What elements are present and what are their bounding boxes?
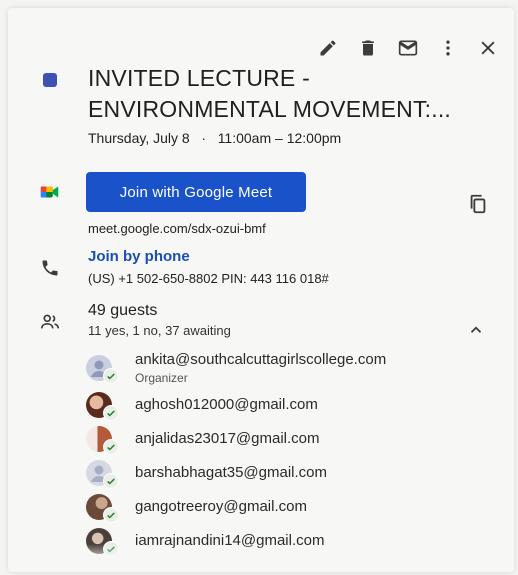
scroll-fade (8, 544, 514, 572)
google-meet-icon (36, 178, 64, 206)
more-vertical-icon (446, 40, 450, 56)
email-guests-button[interactable] (388, 30, 428, 66)
avatar (86, 355, 119, 384)
close-icon (481, 41, 495, 55)
join-by-phone-link[interactable]: Join by phone (88, 248, 190, 265)
event-datetime: Thursday, July 8 · 11:00am – 12:00pm (88, 130, 341, 146)
calendar-color-swatch (43, 73, 57, 87)
guest-email: ankita@southcalcuttagirlscollege.com (135, 351, 387, 368)
accepted-check-icon (103, 368, 119, 384)
guest-row[interactable]: barshabhagat35@gmail.com (86, 456, 506, 490)
meet-link[interactable]: meet.google.com/sdx-ozui-bmf (88, 221, 266, 236)
event-details-panel: INVITED LECTURE - ENVIRONMENTAL MOVEMENT… (8, 8, 514, 572)
guest-list: ankita@southcalcuttagirlscollege.com Org… (86, 348, 506, 558)
guest-email: aghosh012000@gmail.com (135, 396, 318, 413)
guest-email: anjalidas23017@gmail.com (135, 430, 320, 447)
accepted-check-icon (103, 507, 119, 523)
guests-icon (36, 308, 64, 336)
chevron-up-icon (470, 326, 482, 333)
event-toolbar (308, 30, 508, 66)
avatar (86, 392, 119, 421)
envelope-icon (398, 40, 418, 56)
pencil-icon (320, 40, 336, 56)
guests-rsvp-summary: 11 yes, 1 no, 37 awaiting (88, 323, 231, 338)
guest-row-organizer[interactable]: ankita@southcalcuttagirlscollege.com Org… (86, 348, 506, 388)
accepted-check-icon (103, 473, 119, 489)
trash-icon (362, 40, 374, 56)
avatar (86, 460, 119, 489)
guest-row[interactable]: aghosh012000@gmail.com (86, 388, 506, 422)
more-options-button[interactable] (428, 30, 468, 66)
guest-row[interactable]: gangotreeroy@gmail.com (86, 490, 506, 524)
join-google-meet-button[interactable]: Join with Google Meet (86, 172, 306, 212)
event-title: INVITED LECTURE - ENVIRONMENTAL MOVEMENT… (88, 65, 452, 122)
guest-role: Organizer (135, 371, 188, 385)
edit-event-button[interactable] (308, 30, 348, 66)
avatar (86, 494, 119, 523)
accepted-check-icon (103, 405, 119, 421)
phone-icon (36, 254, 64, 282)
collapse-guests-button[interactable] (462, 316, 490, 344)
delete-event-button[interactable] (348, 30, 388, 66)
copy-icon (470, 194, 486, 214)
event-color-indicator (36, 66, 64, 94)
avatar (86, 426, 119, 455)
guest-email: gangotreeroy@gmail.com (135, 498, 307, 515)
event-date: Thursday, July 8 (88, 130, 190, 146)
phone-dial-in-details: (US) +1 502-650-8802 PIN: 443 116 018# (88, 271, 329, 286)
guests-count: 49 guests (88, 302, 158, 319)
guest-email: barshabhagat35@gmail.com (135, 464, 328, 481)
close-button[interactable] (468, 30, 508, 66)
guest-row[interactable]: anjalidas23017@gmail.com (86, 422, 506, 456)
accepted-check-icon (103, 439, 119, 455)
copy-link-button[interactable] (462, 188, 494, 220)
event-time: 11:00am – 12:00pm (217, 130, 342, 146)
